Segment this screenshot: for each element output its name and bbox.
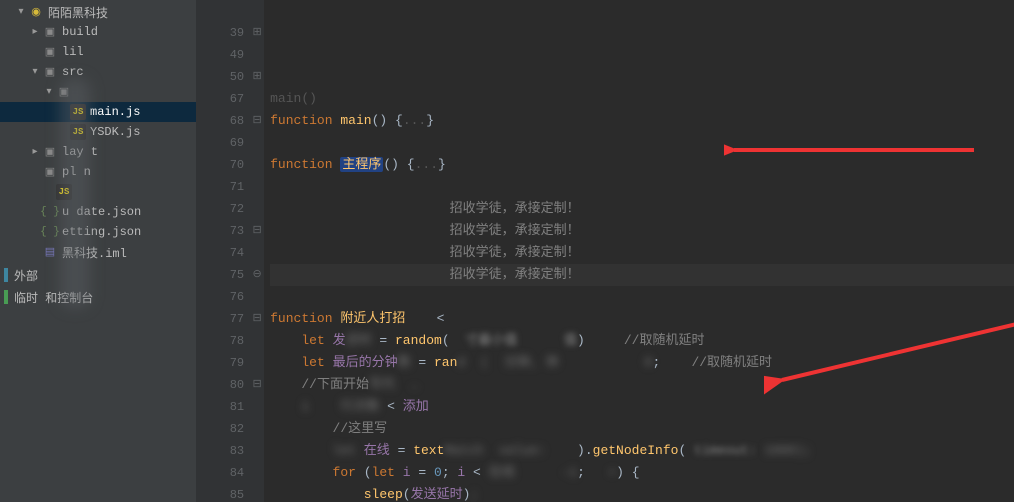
- js-icon: JS: [56, 184, 72, 200]
- tree-item-label: etting.json: [62, 225, 141, 239]
- tree-item[interactable]: ▾◉陌陌黑科技: [0, 2, 196, 22]
- tool-label: 外部: [14, 267, 38, 284]
- fold-toggle[interactable]: ⊖: [250, 264, 264, 286]
- fold-toggle: [250, 176, 264, 198]
- tree-item[interactable]: ▸▣ build: [0, 22, 196, 42]
- code-line[interactable]: 招收学徒，承接定制！: [270, 220, 1014, 242]
- code-line[interactable]: //这里写: [270, 418, 1014, 440]
- fld-icon: ▣: [42, 64, 58, 80]
- code-line[interactable]: main(): [270, 88, 1014, 110]
- tree-item-label: main.js: [90, 105, 140, 119]
- iml-icon: ▤: [42, 244, 58, 260]
- fold-toggle: [250, 396, 264, 418]
- tool-icon: [4, 268, 8, 282]
- code-line[interactable]: 招收学徒，承接定制！: [270, 198, 1014, 220]
- tree-item-label: 黑科技.iml: [62, 244, 127, 261]
- fold-toggle: [250, 132, 264, 154]
- code-line[interactable]: function 附近人打招 <: [270, 308, 1014, 330]
- tree-item-label: YSDK.js: [90, 125, 140, 139]
- code-line[interactable]: let 最后的分钟数 = rand ( 分钟, 休 0; //取随机延时: [270, 352, 1014, 374]
- code-line[interactable]: [270, 286, 1014, 308]
- tool-label: 临时 和控制台: [14, 289, 93, 306]
- project-sidebar: ▾◉陌陌黑科技▸▣build▸▣lil▾▣src▾▣▸JSmain.js▸JS …: [0, 0, 196, 502]
- tree-item[interactable]: ▸JS YSDK.js: [0, 122, 196, 142]
- tree-item[interactable]: ▾▣ src: [0, 62, 196, 82]
- chevron-icon[interactable]: ▸: [28, 26, 42, 38]
- tree-item[interactable]: ▾▣: [0, 82, 196, 102]
- code-line[interactable]: 招收学徒，承接定制！: [270, 242, 1014, 264]
- code-area[interactable]: main()function main() {...} function 主程序(…: [264, 0, 1014, 502]
- tree-item[interactable]: ▸JSmain.js: [0, 102, 196, 122]
- tree-item-label: build: [62, 25, 98, 39]
- code-line[interactable]: function 主程序() {...}: [270, 154, 1014, 176]
- tool-windows: 外部临时 和控制台: [0, 264, 196, 308]
- fold-toggle: [250, 154, 264, 176]
- chevron-icon[interactable]: ▾: [28, 66, 42, 78]
- fld-icon: ▣: [56, 84, 72, 100]
- tree-item-label: u date.json: [62, 205, 141, 219]
- fold-toggle: [250, 484, 264, 502]
- js-icon: JS: [70, 124, 86, 140]
- code-line[interactable]: sleep(发送延时);: [270, 484, 1014, 502]
- fold-toggle: [250, 352, 264, 374]
- code-line[interactable]: [270, 132, 1014, 154]
- fold-toggle[interactable]: ⊞: [250, 66, 264, 88]
- fld-icon: ▣: [42, 24, 58, 40]
- chevron-icon[interactable]: ▾: [42, 86, 56, 98]
- fold-toggle[interactable]: ⊟: [250, 220, 264, 242]
- tree-item[interactable]: ▸{ }u date.json: [0, 202, 196, 222]
- code-line[interactable]: 招收学徒，承接定制！: [270, 264, 1014, 286]
- fld-icon: ▣: [42, 164, 58, 180]
- code-line[interactable]: function main() {...}: [270, 110, 1014, 132]
- fld-icon: ▣: [42, 44, 58, 60]
- fold-toggle: [250, 0, 264, 22]
- code-editor[interactable]: 3949506768697071727374757677787980818283…: [196, 0, 1014, 502]
- code-line[interactable]: for (let i = 0; i < 在线 -1; +) {: [270, 462, 1014, 484]
- proj-icon: ◉: [28, 4, 44, 20]
- chevron-icon[interactable]: ▸: [28, 146, 42, 158]
- line-gutter: 3949506768697071727374757677787980818283…: [196, 0, 250, 502]
- fold-toggle: [250, 330, 264, 352]
- js-icon: JS: [70, 104, 86, 120]
- tree-item-label: lay t: [62, 145, 98, 159]
- tool-window-item[interactable]: 临时 和控制台: [0, 286, 196, 308]
- tree-item[interactable]: ▸▣lil: [0, 42, 196, 62]
- fold-toggle: [250, 198, 264, 220]
- fold-toggle[interactable]: ⊟: [250, 374, 264, 396]
- json-icon: { }: [42, 224, 58, 240]
- tree-item[interactable]: ▸▣pl n: [0, 162, 196, 182]
- project-tree[interactable]: ▾◉陌陌黑科技▸▣build▸▣lil▾▣src▾▣▸JSmain.js▸JS …: [0, 0, 196, 264]
- code-line[interactable]: [270, 176, 1014, 198]
- tree-item[interactable]: ▸▣ lay t: [0, 142, 196, 162]
- json-icon: { }: [42, 204, 58, 220]
- fold-toggle: [250, 44, 264, 66]
- fold-toggle: [250, 286, 264, 308]
- tree-item-label: lil: [62, 45, 84, 59]
- tree-item-label: src: [62, 65, 84, 79]
- fold-toggle[interactable]: ⊞: [250, 22, 264, 44]
- tool-icon: [4, 290, 8, 304]
- tree-item[interactable]: ▸{ } etting.json: [0, 222, 196, 242]
- tool-window-item[interactable]: 外部: [0, 264, 196, 286]
- fold-gutter[interactable]: ⊞ ⊞ ⊟ ⊟ ⊖ ⊟ ⊟: [250, 0, 264, 502]
- tree-item[interactable]: ▸JS: [0, 182, 196, 202]
- fold-toggle: [250, 88, 264, 110]
- fold-toggle[interactable]: ⊟: [250, 110, 264, 132]
- tree-item-label: pl n: [62, 165, 91, 179]
- fold-toggle: [250, 440, 264, 462]
- code-line[interactable]: let 在线 = textMatch value: ).getNodeInfo(…: [270, 440, 1014, 462]
- fold-toggle: [250, 462, 264, 484]
- ide-window: ▾◉陌陌黑科技▸▣build▸▣lil▾▣src▾▣▸JSmain.js▸JS …: [0, 0, 1014, 502]
- code-line[interactable]: //下面开始写代 …: [270, 374, 1014, 396]
- fld-icon: ▣: [42, 144, 58, 160]
- code-line[interactable]: i 行次数 < 添加: [270, 396, 1014, 418]
- tree-item-label: 陌陌黑科技: [48, 4, 108, 21]
- tree-item[interactable]: ▸▤ 黑科技.iml: [0, 242, 196, 262]
- code-line[interactable]: let 发迟时 = random( 寸最小值 值) //取随机延时: [270, 330, 1014, 352]
- chevron-icon[interactable]: ▾: [14, 6, 28, 18]
- fold-toggle: [250, 418, 264, 440]
- fold-toggle[interactable]: ⊟: [250, 308, 264, 330]
- fold-toggle: [250, 242, 264, 264]
